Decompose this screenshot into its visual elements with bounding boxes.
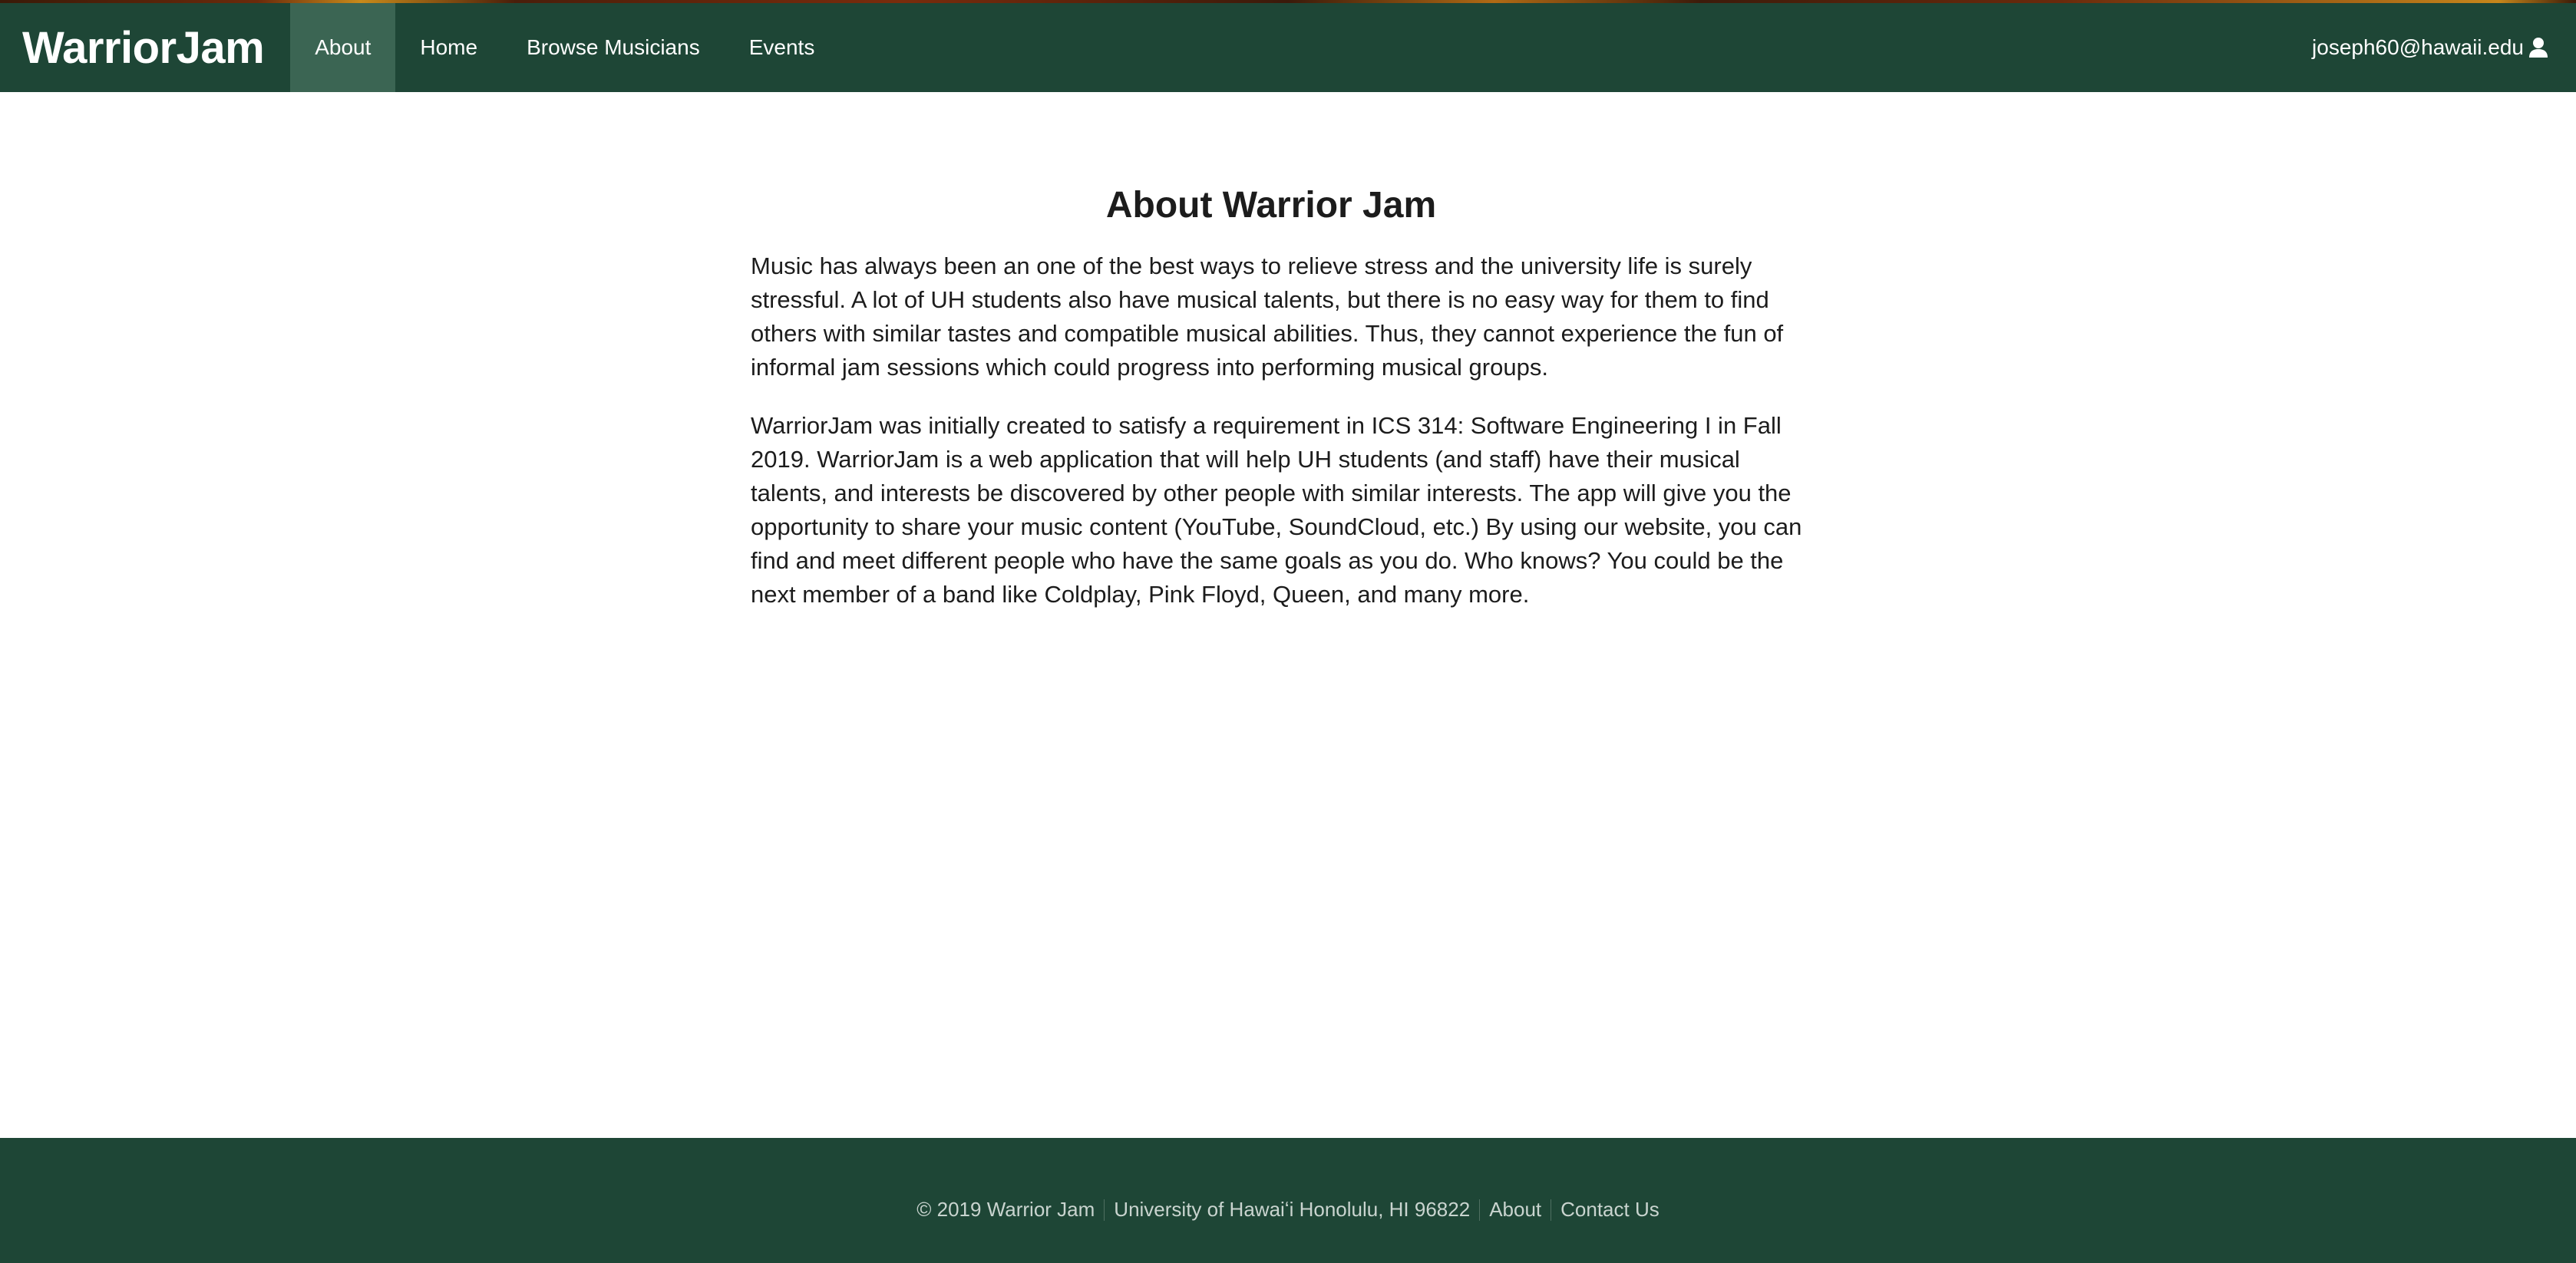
- nav-item-browse-musicians[interactable]: Browse Musicians: [502, 3, 725, 92]
- footer-about-link[interactable]: About: [1480, 1198, 1551, 1222]
- user-email: joseph60@hawaii.edu: [2312, 35, 2524, 59]
- about-paragraph-1: Music has always been an one of the best…: [751, 252, 1784, 381]
- footer-address: University of Hawaiʻi Honolulu, HI 96822: [1114, 1198, 1471, 1221]
- user-menu[interactable]: joseph60@hawaii.edu: [2312, 3, 2576, 92]
- nav-item-home[interactable]: Home: [395, 3, 502, 92]
- about-content: About Warrior Jam Music has always been …: [751, 184, 1825, 636]
- top-navbar: WarriorJam About Home Browse Musicians E…: [0, 3, 2576, 92]
- footer-copyright: © 2019 Warrior Jam: [916, 1198, 1095, 1221]
- nav-item-about[interactable]: About: [290, 3, 396, 92]
- user-icon: [2529, 38, 2548, 58]
- about-paragraph-2: WarriorJam was initially created to sati…: [751, 412, 1802, 608]
- page-title: About Warrior Jam: [1105, 185, 1437, 226]
- nav-item-events[interactable]: Events: [725, 3, 840, 92]
- footer-contact-link[interactable]: Contact Us: [1551, 1198, 1669, 1222]
- brand-logo[interactable]: WarriorJam: [0, 3, 290, 92]
- page-footer: © 2019 Warrior Jam University of Hawaiʻi…: [0, 1138, 2576, 1263]
